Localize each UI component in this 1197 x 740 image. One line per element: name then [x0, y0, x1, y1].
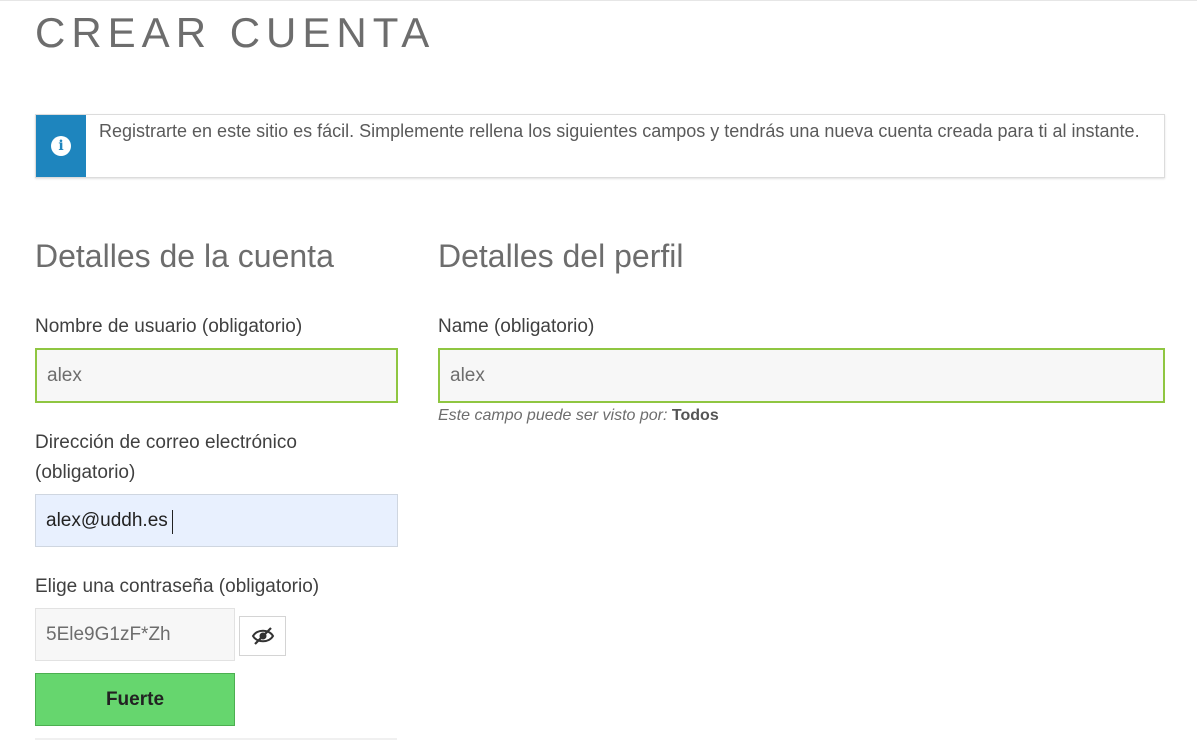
- info-notice: i Registrarte en este sitio es fácil. Si…: [35, 114, 1165, 178]
- notice-text: Registrarte en este sitio es fácil. Simp…: [99, 121, 1140, 141]
- profile-details-heading: Detalles del perfil: [438, 238, 684, 274]
- info-icon: i: [51, 136, 71, 156]
- text-caret: [172, 510, 173, 534]
- page-title: CREAR CUENTA: [35, 9, 436, 56]
- password-strength-label: Fuerte: [105, 688, 165, 710]
- email-label: Dirección de correo electrónico (obligat…: [35, 432, 297, 483]
- username-input[interactable]: [35, 348, 398, 403]
- toggle-password-visibility-button[interactable]: [239, 616, 286, 656]
- password-input[interactable]: [35, 608, 235, 661]
- account-details-heading: Detalles de la cuenta: [35, 238, 334, 274]
- email-input[interactable]: [35, 494, 398, 547]
- name-label: Name (obligatorio): [438, 316, 595, 337]
- top-divider: [0, 0, 1197, 1]
- visibility-value-link[interactable]: Todos: [672, 407, 719, 424]
- password-label: Elige una contraseña (obligatorio): [35, 576, 320, 597]
- field-visibility-note: Este campo puede ser visto por: Todos: [438, 405, 719, 427]
- username-label: Nombre de usuario (obligatorio): [35, 316, 303, 337]
- eye-slash-icon: [251, 627, 274, 645]
- name-input[interactable]: [438, 348, 1165, 403]
- password-strength-indicator: Fuerte: [35, 673, 235, 726]
- notice-icon-box: i: [36, 115, 86, 177]
- visibility-prefix: Este campo puede ser visto por:: [438, 407, 668, 424]
